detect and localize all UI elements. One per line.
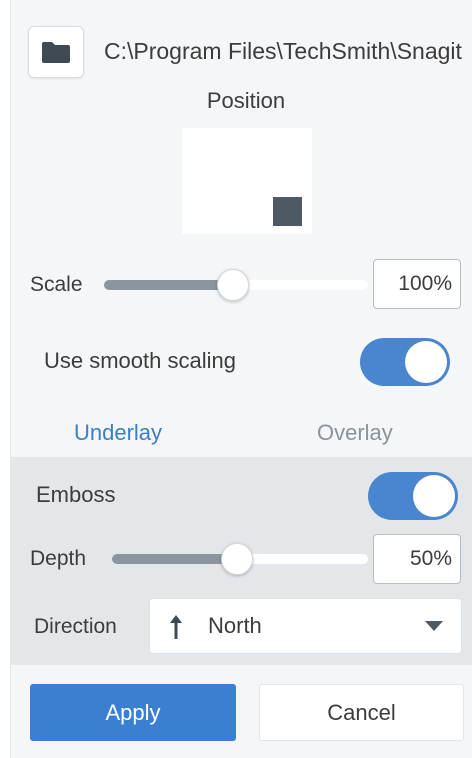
apply-button[interactable]: Apply (30, 684, 236, 741)
direction-dropdown[interactable]: North (149, 598, 462, 654)
position-marker-bottom-right[interactable] (273, 197, 302, 226)
tab-overlay[interactable]: Overlay (317, 420, 393, 446)
tab-underlay[interactable]: Underlay (74, 420, 162, 446)
depth-slider-fill (112, 554, 238, 564)
direction-value: North (208, 613, 262, 638)
scale-value-input[interactable]: 100% (373, 259, 461, 309)
scale-slider-thumb[interactable] (217, 269, 249, 301)
cancel-button[interactable]: Cancel (259, 684, 464, 741)
depth-label: Depth (30, 547, 87, 570)
toggle-knob (405, 341, 447, 383)
scale-slider-fill (104, 280, 234, 290)
smooth-scaling-toggle[interactable] (360, 338, 450, 386)
scale-label: Scale (30, 273, 83, 296)
chevron-down-icon (425, 621, 443, 631)
direction-label: Direction (34, 615, 117, 638)
arrow-up-icon (170, 615, 182, 639)
toggle-knob (413, 475, 455, 517)
position-label: Position (206, 88, 286, 113)
smooth-scaling-label: Use smooth scaling (44, 348, 236, 373)
emboss-label: Emboss (36, 482, 116, 507)
depth-slider-thumb[interactable] (221, 543, 253, 575)
file-path: C:\Program Files\TechSmith\Snagit (104, 38, 462, 64)
emboss-toggle[interactable] (368, 472, 458, 520)
depth-value-input[interactable]: 50% (373, 534, 461, 584)
folder-icon (42, 42, 70, 63)
browse-folder-button[interactable] (28, 26, 84, 78)
